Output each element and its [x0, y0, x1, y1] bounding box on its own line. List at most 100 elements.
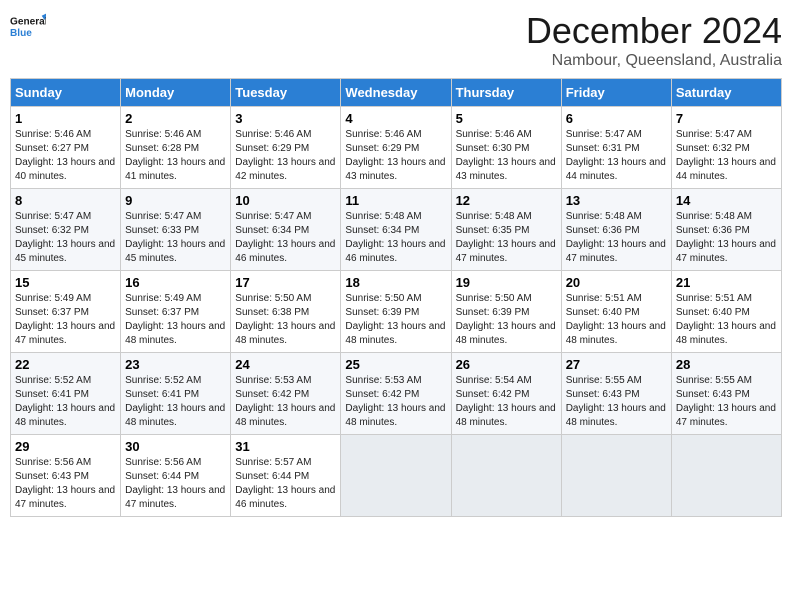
calendar-cell — [341, 435, 451, 517]
weekday-header-thursday: Thursday — [451, 79, 561, 107]
day-number: 18 — [345, 275, 446, 290]
calendar-cell: 19 Sunrise: 5:50 AMSunset: 6:39 PMDayligh… — [451, 271, 561, 353]
day-number: 8 — [15, 193, 116, 208]
day-number: 11 — [345, 193, 446, 208]
calendar-week-3: 15 Sunrise: 5:49 AMSunset: 6:37 PMDayligh… — [11, 271, 782, 353]
calendar-cell — [671, 435, 781, 517]
day-info: Sunrise: 5:50 AMSunset: 6:38 PMDaylight:… — [235, 292, 336, 348]
calendar-cell: 15 Sunrise: 5:49 AMSunset: 6:37 PMDayligh… — [11, 271, 121, 353]
calendar-cell: 1 Sunrise: 5:46 AMSunset: 6:27 PMDaylight… — [11, 107, 121, 189]
day-info: Sunrise: 5:46 AMSunset: 6:30 PMDaylight:… — [456, 128, 557, 184]
day-info: Sunrise: 5:47 AMSunset: 6:32 PMDaylight:… — [15, 210, 116, 266]
day-number: 6 — [566, 111, 667, 126]
day-info: Sunrise: 5:56 AMSunset: 6:44 PMDaylight:… — [125, 456, 226, 512]
calendar-cell: 18Sunrise: 5:50 AMSunset: 6:39 PMDayligh… — [341, 271, 451, 353]
day-info: Sunrise: 5:54 AMSunset: 6:42 PMDaylight:… — [456, 374, 557, 430]
day-info: Sunrise: 5:57 AMSunset: 6:44 PMDaylight:… — [235, 456, 336, 512]
weekday-header-tuesday: Tuesday — [231, 79, 341, 107]
weekday-header-sunday: Sunday — [11, 79, 121, 107]
calendar-cell: 7Sunrise: 5:47 AMSunset: 6:32 PMDaylight… — [671, 107, 781, 189]
calendar-cell: 4 Sunrise: 5:46 AMSunset: 6:29 PMDaylight… — [341, 107, 451, 189]
calendar-cell: 25 Sunrise: 5:53 AMSunset: 6:42 PMDayligh… — [341, 353, 451, 435]
calendar-cell: 13 Sunrise: 5:48 AMSunset: 6:36 PMDayligh… — [561, 189, 671, 271]
calendar-cell: 27Sunrise: 5:55 AMSunset: 6:43 PMDayligh… — [561, 353, 671, 435]
day-number: 30 — [125, 439, 226, 454]
day-info: Sunrise: 5:46 AMSunset: 6:28 PMDaylight:… — [125, 128, 226, 184]
calendar-cell — [561, 435, 671, 517]
day-number: 31 — [235, 439, 336, 454]
calendar-cell: 16 Sunrise: 5:49 AMSunset: 6:37 PMDayligh… — [121, 271, 231, 353]
weekday-header-saturday: Saturday — [671, 79, 781, 107]
calendar-cell: 29 Sunrise: 5:56 AMSunset: 6:43 PMDayligh… — [11, 435, 121, 517]
day-info: Sunrise: 5:48 AMSunset: 6:36 PMDaylight:… — [676, 210, 777, 266]
day-info: Sunrise: 5:47 AMSunset: 6:31 PMDaylight:… — [566, 128, 667, 184]
day-info: Sunrise: 5:48 AMSunset: 6:36 PMDaylight:… — [566, 210, 667, 266]
day-info: Sunrise: 5:50 AMSunset: 6:39 PMDaylight:… — [456, 292, 557, 348]
day-number: 7 — [676, 111, 777, 126]
day-info: Sunrise: 5:48 AMSunset: 6:35 PMDaylight:… — [456, 210, 557, 266]
calendar-cell: 9 Sunrise: 5:47 AMSunset: 6:33 PMDaylight… — [121, 189, 231, 271]
day-number: 29 — [15, 439, 116, 454]
weekday-header-monday: Monday — [121, 79, 231, 107]
day-number: 12 — [456, 193, 557, 208]
day-number: 15 — [15, 275, 116, 290]
day-number: 9 — [125, 193, 226, 208]
day-number: 23 — [125, 357, 226, 372]
day-info: Sunrise: 5:51 AMSunset: 6:40 PMDaylight:… — [566, 292, 667, 348]
calendar-cell: 2 Sunrise: 5:46 AMSunset: 6:28 PMDaylight… — [121, 107, 231, 189]
month-title: December 2024 — [526, 10, 782, 52]
calendar-cell: 24Sunrise: 5:53 AMSunset: 6:42 PMDayligh… — [231, 353, 341, 435]
day-info: Sunrise: 5:46 AMSunset: 6:29 PMDaylight:… — [345, 128, 446, 184]
svg-text:Blue: Blue — [10, 28, 32, 39]
calendar-week-5: 29 Sunrise: 5:56 AMSunset: 6:43 PMDayligh… — [11, 435, 782, 517]
svg-text:General: General — [10, 16, 46, 27]
day-number: 16 — [125, 275, 226, 290]
calendar-cell: 5 Sunrise: 5:46 AMSunset: 6:30 PMDaylight… — [451, 107, 561, 189]
day-info: Sunrise: 5:51 AMSunset: 6:40 PMDaylight:… — [676, 292, 777, 348]
calendar-cell: 28 Sunrise: 5:55 AMSunset: 6:43 PMDayligh… — [671, 353, 781, 435]
day-info: Sunrise: 5:55 AMSunset: 6:43 PMDaylight:… — [676, 374, 777, 430]
day-number: 2 — [125, 111, 226, 126]
day-number: 4 — [345, 111, 446, 126]
calendar-cell: 12 Sunrise: 5:48 AMSunset: 6:35 PMDayligh… — [451, 189, 561, 271]
day-number: 27 — [566, 357, 667, 372]
day-number: 5 — [456, 111, 557, 126]
logo: General Blue — [10, 10, 46, 46]
logo-bird-icon: General Blue — [10, 10, 46, 46]
day-info: Sunrise: 5:52 AMSunset: 6:41 PMDaylight:… — [15, 374, 116, 430]
calendar-table: SundayMondayTuesdayWednesdayThursdayFrid… — [10, 78, 782, 517]
calendar-cell: 22 Sunrise: 5:52 AMSunset: 6:41 PMDayligh… — [11, 353, 121, 435]
calendar-cell — [451, 435, 561, 517]
day-number: 28 — [676, 357, 777, 372]
calendar-cell: 14Sunrise: 5:48 AMSunset: 6:36 PMDayligh… — [671, 189, 781, 271]
day-info: Sunrise: 5:47 AMSunset: 6:34 PMDaylight:… — [235, 210, 336, 266]
day-info: Sunrise: 5:47 AMSunset: 6:33 PMDaylight:… — [125, 210, 226, 266]
calendar-cell: 21 Sunrise: 5:51 AMSunset: 6:40 PMDayligh… — [671, 271, 781, 353]
calendar-cell: 17Sunrise: 5:50 AMSunset: 6:38 PMDayligh… — [231, 271, 341, 353]
location: Nambour, Queensland, Australia — [526, 52, 782, 70]
weekday-header-wednesday: Wednesday — [341, 79, 451, 107]
calendar-cell: 30 Sunrise: 5:56 AMSunset: 6:44 PMDayligh… — [121, 435, 231, 517]
weekday-header-row: SundayMondayTuesdayWednesdayThursdayFrid… — [11, 79, 782, 107]
calendar-cell: 6 Sunrise: 5:47 AMSunset: 6:31 PMDaylight… — [561, 107, 671, 189]
calendar-cell: 10 Sunrise: 5:47 AMSunset: 6:34 PMDayligh… — [231, 189, 341, 271]
calendar-week-1: 1 Sunrise: 5:46 AMSunset: 6:27 PMDaylight… — [11, 107, 782, 189]
day-info: Sunrise: 5:52 AMSunset: 6:41 PMDaylight:… — [125, 374, 226, 430]
calendar-cell: 26Sunrise: 5:54 AMSunset: 6:42 PMDayligh… — [451, 353, 561, 435]
day-number: 13 — [566, 193, 667, 208]
day-info: Sunrise: 5:53 AMSunset: 6:42 PMDaylight:… — [235, 374, 336, 430]
day-number: 21 — [676, 275, 777, 290]
day-number: 25 — [345, 357, 446, 372]
day-number: 22 — [15, 357, 116, 372]
calendar-week-4: 22 Sunrise: 5:52 AMSunset: 6:41 PMDayligh… — [11, 353, 782, 435]
calendar-cell: 8 Sunrise: 5:47 AMSunset: 6:32 PMDaylight… — [11, 189, 121, 271]
calendar-cell: 31 Sunrise: 5:57 AMSunset: 6:44 PMDayligh… — [231, 435, 341, 517]
day-number: 10 — [235, 193, 336, 208]
day-info: Sunrise: 5:49 AMSunset: 6:37 PMDaylight:… — [125, 292, 226, 348]
day-number: 19 — [456, 275, 557, 290]
day-info: Sunrise: 5:49 AMSunset: 6:37 PMDaylight:… — [15, 292, 116, 348]
day-info: Sunrise: 5:56 AMSunset: 6:43 PMDaylight:… — [15, 456, 116, 512]
day-info: Sunrise: 5:46 AMSunset: 6:27 PMDaylight:… — [15, 128, 116, 184]
day-number: 1 — [15, 111, 116, 126]
day-info: Sunrise: 5:53 AMSunset: 6:42 PMDaylight:… — [345, 374, 446, 430]
